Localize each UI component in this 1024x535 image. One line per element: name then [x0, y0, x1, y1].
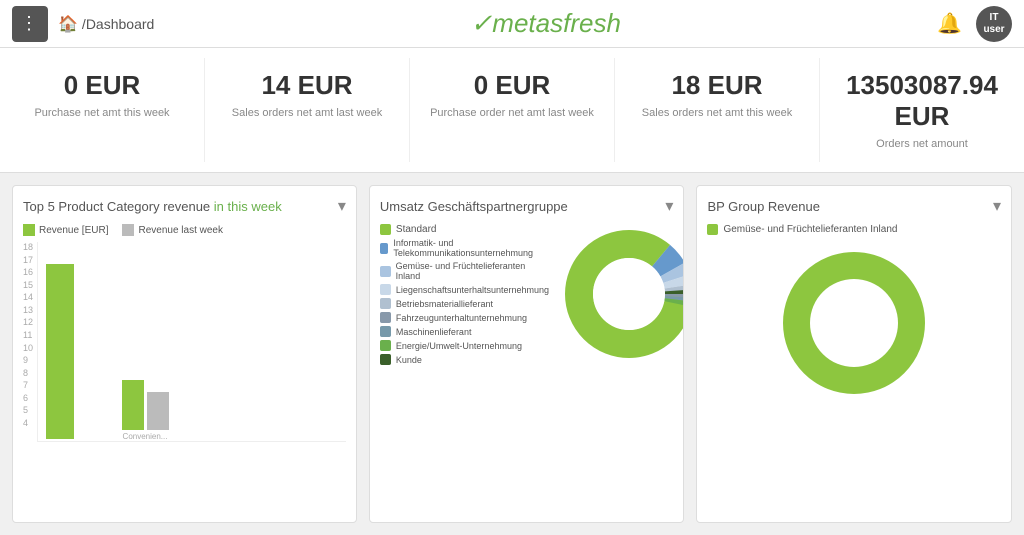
legend-item-4: Betriebsmateriallieferant [380, 298, 549, 309]
metric-card-4: 13503087.94 EUR Orders net amount [820, 58, 1024, 162]
metric-card-0: 0 EUR Purchase net amt this week [0, 58, 205, 162]
bar-chart-header: Top 5 Product Category revenue in this w… [23, 196, 346, 216]
donut-chart-panel: Umsatz Geschäftspartnergruppe ▾ Standard… [369, 185, 685, 523]
donut-chart-svg [559, 224, 684, 364]
bar-green-0 [46, 264, 74, 439]
bp-legend-item: Gemüse- und Früchtelieferanten Inland [707, 224, 1001, 235]
legend-last-week-label: Revenue last week [138, 225, 223, 236]
breadcrumb-page[interactable]: Dashboard [86, 16, 155, 32]
donut-svg-container [559, 224, 684, 376]
metric-value-4: 13503087.94 EUR [830, 70, 1014, 132]
metric-card-3: 18 EUR Sales orders net amt this week [615, 58, 820, 162]
metric-value-1: 14 EUR [215, 70, 399, 101]
bar-title-highlight: in this week [214, 199, 282, 214]
menu-icon: ⋮ [20, 13, 40, 34]
donut-chart-dropdown[interactable]: ▾ [665, 196, 673, 216]
metric-label-4: Orders net amount [830, 138, 1014, 150]
legend-dot-6 [380, 326, 391, 337]
bar-chart-area: 4 5 6 7 8 9 10 11 12 13 14 15 16 17 18 [23, 242, 346, 442]
bar-chart-title: Top 5 Product Category revenue in this w… [23, 199, 282, 214]
bar-chart-dropdown[interactable]: ▾ [338, 196, 346, 216]
metric-label-1: Sales orders net amt last week [215, 107, 399, 119]
bp-group-panel: BP Group Revenue ▾ Gemüse- und Früchteli… [696, 185, 1012, 523]
donut-legend: Standard Informatik- und Telekommunikati… [380, 224, 549, 368]
legend-revenue-label: Revenue [EUR] [39, 225, 108, 236]
legend-revenue: Revenue [EUR] [23, 224, 108, 236]
bp-group-title: BP Group Revenue [707, 199, 820, 214]
metric-label-3: Sales orders net amt this week [625, 107, 809, 119]
avatar-text: ITuser [983, 12, 1004, 36]
bar-chart-legend: Revenue [EUR] Revenue last week [23, 224, 346, 236]
legend-dot-5 [380, 312, 391, 323]
legend-item-6: Maschinenlieferant [380, 326, 549, 337]
legend-item-5: Fahrzeugunterhaltunternehmung [380, 312, 549, 323]
legend-dot-2 [380, 266, 391, 277]
bp-donut-svg-container [707, 243, 1001, 403]
legend-dot-1 [380, 243, 388, 254]
bp-donut-legend: Gemüse- und Früchtelieferanten Inland [707, 224, 1001, 235]
home-icon[interactable]: 🏠 [58, 14, 78, 34]
logo-text: metasfresh [492, 8, 621, 38]
legend-item-0: Standard [380, 224, 549, 235]
bar-green-1 [122, 380, 144, 430]
donut-chart-header: Umsatz Geschäftspartnergruppe ▾ [380, 196, 674, 216]
metrics-row: 0 EUR Purchase net amt this week 14 EUR … [0, 48, 1024, 173]
menu-button[interactable]: ⋮ [12, 6, 48, 42]
legend-item-2: Gemüse- und Früchtelieferanten Inland [380, 261, 549, 281]
app-logo: ✓metasfresh [471, 8, 621, 39]
bp-legend-dot [707, 224, 718, 235]
metric-card-2: 0 EUR Purchase order net amt last week [410, 58, 615, 162]
legend-dot-7 [380, 340, 391, 351]
metric-card-1: 14 EUR Sales orders net amt last week [205, 58, 410, 162]
bp-legend-label: Gemüse- und Früchtelieferanten Inland [723, 224, 897, 235]
metric-label-2: Purchase order net amt last week [420, 107, 604, 119]
avatar[interactable]: ITuser [976, 6, 1012, 42]
bell-icon[interactable]: 🔔 [937, 11, 962, 36]
legend-item-8: Kunde [380, 354, 549, 365]
bar-group-0 [46, 264, 74, 441]
legend-dot-8 [380, 354, 391, 365]
topbar: ⋮ 🏠 / Dashboard ✓metasfresh 🔔 ITuser [0, 0, 1024, 48]
bar-title-start: Top 5 Product Category revenue [23, 199, 214, 214]
legend-dot-0 [380, 224, 391, 235]
metric-value-2: 0 EUR [420, 70, 604, 101]
legend-last-week: Revenue last week [122, 224, 223, 236]
legend-dot-4 [380, 298, 391, 309]
bar-chart-bars: Convenien... [37, 242, 346, 442]
bp-group-dropdown[interactable]: ▾ [993, 196, 1001, 216]
metric-value-3: 18 EUR [625, 70, 809, 101]
legend-revenue-color [23, 224, 35, 236]
legend-item-1: Informatik- und Telekommunikationsuntern… [380, 238, 549, 258]
bar-group-1: Convenien... [120, 380, 170, 441]
charts-row: Top 5 Product Category revenue in this w… [0, 173, 1024, 535]
legend-item-3: Liegenschaftsunterhaltsunternehmung [380, 284, 549, 295]
bp-group-header: BP Group Revenue ▾ [707, 196, 1001, 216]
legend-dot-3 [380, 284, 391, 295]
legend-item-7: Energie/Umwelt-Unternehmung [380, 340, 549, 351]
logo-icon: ✓ [471, 8, 493, 38]
bar-chart-yaxis: 4 5 6 7 8 9 10 11 12 13 14 15 16 17 18 [23, 242, 33, 442]
metric-value-0: 0 EUR [10, 70, 194, 101]
legend-last-week-color [122, 224, 134, 236]
bar-chart-panel: Top 5 Product Category revenue in this w… [12, 185, 357, 523]
bar-label-1: Convenien... [120, 432, 170, 441]
donut-chart-title: Umsatz Geschäftspartnergruppe [380, 199, 568, 214]
bar-gray-1 [147, 392, 169, 430]
donut-content: Standard Informatik- und Telekommunikati… [380, 224, 674, 376]
bp-donut-svg [774, 243, 934, 403]
metric-label-0: Purchase net amt this week [10, 107, 194, 119]
